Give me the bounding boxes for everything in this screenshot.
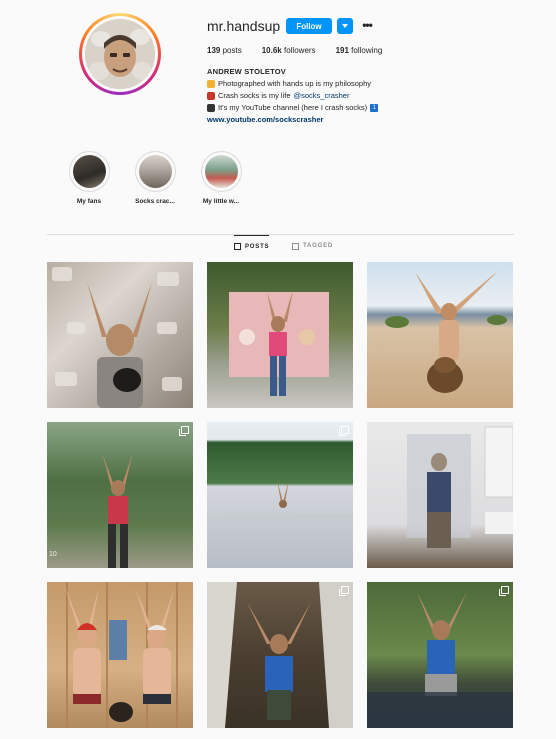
post-thumbnail[interactable] — [367, 582, 513, 728]
avatar-face-illustration — [85, 19, 155, 89]
post-illustration — [385, 270, 507, 393]
highlight-label: My fans — [76, 198, 102, 205]
tab-posts[interactable]: POSTS — [234, 235, 270, 257]
highlight-label: My little w... — [202, 198, 240, 205]
post-illustration — [207, 582, 353, 728]
post-thumbnail[interactable] — [207, 262, 353, 408]
follow-button[interactable]: Follow — [286, 18, 332, 34]
profile-avatar-ring[interactable] — [79, 13, 161, 95]
bio-line-2: Crash socks is my life @socks_crasher — [207, 91, 349, 100]
tab-tagged[interactable]: TAGGED — [292, 235, 333, 257]
post-overlay-text: 10 — [49, 551, 57, 558]
avatar-frame — [82, 16, 158, 92]
post-illustration — [367, 592, 513, 728]
post-illustration — [229, 290, 329, 396]
grid-icon — [234, 243, 241, 250]
multiple-photos-icon — [339, 586, 349, 596]
highlight-image — [204, 155, 238, 188]
posts-stat: 139 posts — [207, 46, 242, 55]
highlight-my-fans[interactable]: My fans — [59, 151, 119, 205]
username: mr.handsup — [207, 18, 281, 34]
post-thumbnail[interactable] — [367, 262, 513, 408]
post-illustration — [65, 582, 178, 728]
post-thumbnail[interactable] — [47, 582, 193, 728]
highlight-socks-cracking[interactable]: Socks crac... — [125, 151, 185, 205]
bio-line-1: Photographed with hands up is my philoso… — [207, 79, 371, 88]
post-thumbnail[interactable]: 10 — [47, 422, 193, 568]
post-illustration — [52, 267, 182, 408]
profile-avatar[interactable] — [85, 19, 155, 89]
post-illustration — [102, 452, 133, 568]
more-options-button[interactable]: ••• — [360, 17, 374, 33]
post-thumbnail[interactable] — [367, 422, 513, 568]
suggested-dropdown-button[interactable] — [337, 18, 353, 34]
sock-emoji-icon — [207, 91, 215, 100]
tag-icon — [292, 242, 299, 250]
post-illustration — [207, 480, 353, 525]
raised-hands-emoji-icon — [207, 79, 215, 88]
multiple-photos-icon — [179, 426, 189, 436]
followers-stat[interactable]: 10.6k followers — [262, 46, 316, 55]
post-illustration — [407, 426, 513, 548]
keycap-badge-icon: 1 — [370, 103, 379, 112]
website-link[interactable]: www.youtube.com/sockscrasher — [207, 115, 323, 124]
highlight-cover — [200, 151, 242, 192]
video-emoji-icon — [207, 103, 215, 112]
post-thumbnail[interactable] — [207, 422, 353, 568]
highlight-image — [138, 155, 172, 188]
bio-line-3: It's my YouTube channel (here I crash so… — [207, 103, 379, 112]
tabs-divider — [47, 234, 514, 235]
highlight-my-little-world[interactable]: My little w... — [191, 151, 251, 205]
mention-link[interactable]: @socks_crasher — [294, 91, 350, 100]
following-stat[interactable]: 191 following — [336, 46, 383, 55]
multiple-photos-icon — [499, 586, 509, 596]
highlight-cover — [68, 151, 110, 192]
highlight-label: Socks crac... — [135, 198, 175, 205]
full-name: ANDREW STOLETOV — [207, 67, 286, 76]
multiple-photos-icon — [339, 426, 349, 436]
highlight-image — [72, 155, 106, 188]
post-thumbnail[interactable] — [207, 582, 353, 728]
highlight-cover — [134, 151, 176, 192]
profile-stats: 139 posts 10.6k followers 191 following — [207, 46, 382, 55]
chevron-down-icon — [342, 24, 348, 28]
post-thumbnail[interactable] — [47, 262, 193, 408]
posts-grid: 10 — [47, 262, 514, 728]
